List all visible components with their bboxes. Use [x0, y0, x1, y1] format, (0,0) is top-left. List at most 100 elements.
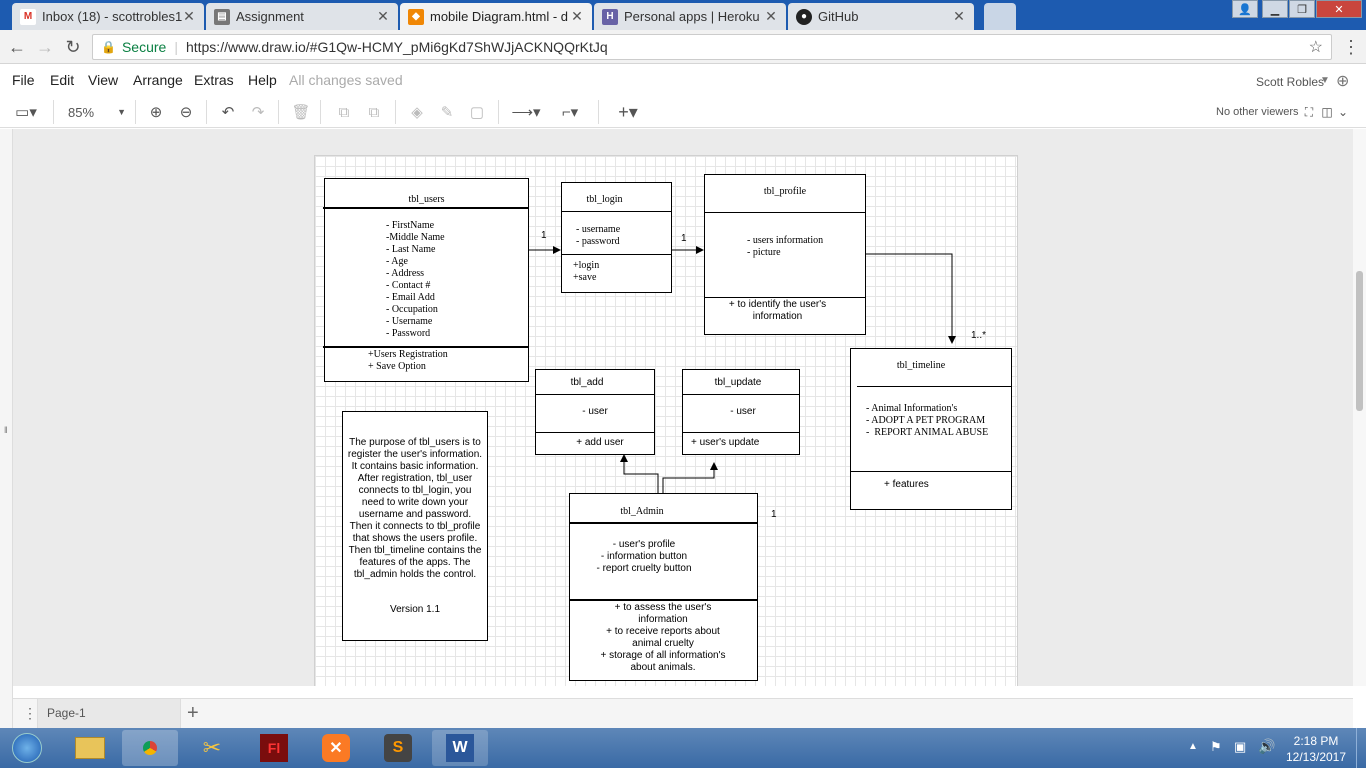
class-tbl-admin[interactable]: tbl_Admin - user's profile - information…: [569, 493, 758, 681]
zoom-out-icon[interactable]: ⊖: [175, 102, 197, 122]
star-icon[interactable]: ☆: [1309, 37, 1323, 57]
class-methods: + features: [884, 479, 929, 490]
tab-drawio[interactable]: ◆ mobile Diagram.html - d ✕: [400, 3, 592, 30]
menu-arrange[interactable]: Arrange: [133, 72, 183, 88]
flash-icon[interactable]: Fl: [246, 730, 302, 766]
close-icon[interactable]: ✕: [952, 8, 966, 25]
tab-github[interactable]: ● GitHub ✕: [788, 3, 974, 30]
diagram-page[interactable]: 1 1 1..* 1 tbl_users - FirstName -Middle…: [314, 155, 1018, 686]
maximize-button[interactable]: ❐: [1289, 0, 1315, 18]
line-color-icon[interactable]: ✎: [436, 102, 458, 122]
tab-gmail[interactable]: M Inbox (18) - scottrobles1 ✕: [12, 3, 204, 30]
sidebar-handle[interactable]: ‖: [0, 129, 13, 728]
class-attributes: - user's profile - information button - …: [596, 539, 692, 574]
tab-heroku[interactable]: H Personal apps | Heroku ✕: [594, 3, 786, 30]
divider: [570, 599, 757, 601]
tab-assignment[interactable]: ▤ Assignment ✕: [206, 3, 398, 30]
clock-time[interactable]: 2:18 PM: [1284, 734, 1348, 748]
shadow-icon[interactable]: ▢: [466, 102, 488, 122]
reload-icon[interactable]: ↻: [62, 36, 84, 58]
chrome-menu-icon[interactable]: ⋮: [1340, 36, 1362, 58]
class-tbl-add[interactable]: tbl_add - user + add user: [535, 369, 655, 455]
divider: [562, 254, 671, 255]
pages-menu-icon[interactable]: ⋮: [23, 705, 37, 722]
collapse-icon[interactable]: ⌄: [1336, 102, 1350, 122]
flag-icon[interactable]: ⚑: [1210, 739, 1222, 755]
class-methods: +Users Registration + Save Option: [368, 349, 448, 372]
menu-file[interactable]: File: [12, 72, 35, 88]
menu-help[interactable]: Help: [248, 72, 277, 88]
connection-icon[interactable]: ⟶▾: [508, 102, 544, 122]
class-tbl-profile[interactable]: tbl_profile - users information - pictur…: [704, 174, 866, 335]
diagram-canvas[interactable]: 1 1 1..* 1 tbl_users - FirstName -Middle…: [13, 129, 1353, 686]
description-note[interactable]: The purpose of tbl_users is to register …: [342, 411, 488, 641]
clock-date[interactable]: 12/13/2017: [1282, 750, 1350, 764]
word-icon[interactable]: W: [432, 730, 488, 766]
minimize-button[interactable]: ▁: [1262, 0, 1288, 18]
scrollbar-thumb[interactable]: [1356, 271, 1363, 411]
explorer-icon[interactable]: [62, 730, 118, 766]
delete-icon[interactable]: 🗑: [290, 102, 312, 122]
viewers-status: No other viewers: [1216, 106, 1299, 118]
fill-color-icon[interactable]: ◈: [406, 102, 428, 122]
new-tab-button[interactable]: [984, 3, 1016, 30]
xampp-icon[interactable]: ✕: [308, 730, 364, 766]
close-icon[interactable]: ✕: [570, 8, 584, 25]
url-text[interactable]: https://www.draw.io/#G1Qw-HCMY_pMi6gKd7S…: [186, 39, 608, 55]
page-tab-label: Page-1: [47, 706, 86, 720]
vertical-scrollbar[interactable]: [1353, 129, 1366, 686]
volume-icon[interactable]: 🔊: [1258, 738, 1275, 755]
waypoints-icon[interactable]: ⌐▾: [552, 102, 588, 122]
class-tbl-login[interactable]: tbl_login - username - password +login +…: [561, 182, 672, 293]
menu-extras[interactable]: Extras: [194, 72, 234, 88]
user-icon[interactable]: 👤: [1232, 0, 1258, 18]
undo-icon[interactable]: ↶: [217, 102, 239, 122]
close-icon[interactable]: ✕: [182, 8, 196, 25]
edge-admin-update[interactable]: [662, 462, 718, 493]
class-attributes: - FirstName -Middle Name - Last Name - A…: [386, 220, 445, 339]
edge-admin-add[interactable]: [620, 454, 659, 493]
class-title: tbl_Admin: [620, 506, 664, 517]
chevron-down-icon[interactable]: ▼: [1320, 75, 1330, 86]
forward-icon[interactable]: →: [34, 36, 56, 58]
user-name[interactable]: Scott Robles: [1256, 75, 1324, 89]
globe-icon[interactable]: ⊕: [1336, 71, 1349, 91]
format-toggle-icon[interactable]: ◫: [1320, 102, 1334, 122]
redo-icon[interactable]: ↷: [247, 102, 269, 122]
back-icon[interactable]: ←: [6, 36, 28, 58]
class-methods: +login +save: [573, 260, 600, 283]
add-page-icon[interactable]: +: [187, 702, 199, 725]
show-desktop-button[interactable]: [1356, 728, 1366, 768]
class-tbl-update[interactable]: tbl_update - user + user's update: [682, 369, 800, 455]
browser-tab-strip: M Inbox (18) - scottrobles1 ✕ ▤ Assignme…: [0, 0, 1366, 30]
address-bar[interactable]: 🔒 Secure | https://www.draw.io/#G1Qw-HCM…: [92, 34, 1332, 60]
network-icon[interactable]: ▣: [1234, 739, 1246, 755]
divider: [536, 394, 654, 395]
tools-icon[interactable]: ✂: [184, 730, 240, 766]
chrome-icon[interactable]: [122, 730, 178, 766]
insert-icon[interactable]: +▾: [608, 102, 648, 122]
to-back-icon[interactable]: ⧉: [363, 102, 385, 122]
close-icon[interactable]: ✕: [376, 8, 390, 25]
fullscreen-icon[interactable]: ⛶: [1302, 102, 1316, 122]
close-icon[interactable]: ✕: [764, 8, 778, 25]
start-button[interactable]: [0, 730, 54, 766]
heroku-icon: H: [602, 8, 618, 25]
class-tbl-users[interactable]: tbl_users - FirstName -Middle Name - Las…: [323, 178, 529, 382]
class-tbl-timeline[interactable]: tbl_timeline - Animal Information's - AD…: [850, 348, 1012, 510]
close-window-button[interactable]: ✕: [1316, 0, 1362, 18]
page-tab[interactable]: Page-1: [37, 699, 181, 728]
sublime-icon[interactable]: S: [370, 730, 426, 766]
zoom-in-icon[interactable]: ⊕: [145, 102, 167, 122]
divider: |: [174, 39, 178, 55]
tray-expand-icon[interactable]: ▲: [1188, 741, 1198, 752]
class-title: tbl_add: [570, 377, 604, 388]
chevron-down-icon: ▼: [117, 107, 126, 117]
divider: [851, 471, 1011, 472]
menu-edit[interactable]: Edit: [50, 72, 74, 88]
zoom-select[interactable]: 85% ▼: [60, 102, 126, 122]
menu-view[interactable]: View: [88, 72, 118, 88]
edge-profile-timeline[interactable]: [865, 253, 956, 344]
to-front-icon[interactable]: ⧉: [333, 102, 355, 122]
format-panel-icon[interactable]: ▭▾: [8, 102, 44, 122]
